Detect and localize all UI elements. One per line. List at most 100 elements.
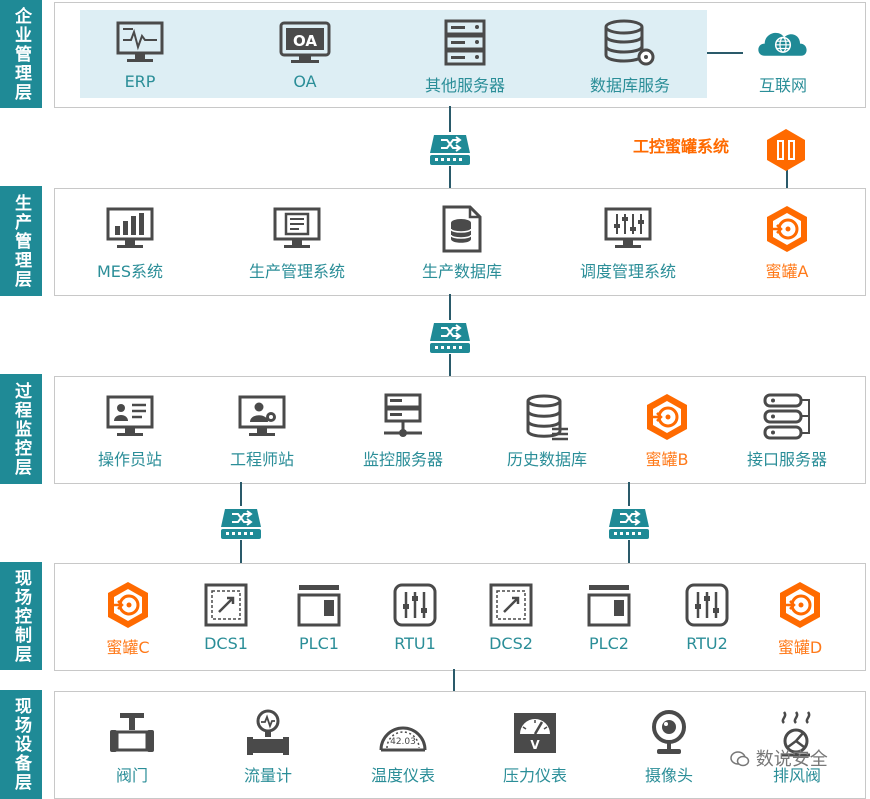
link-enterprise-switch: [449, 106, 451, 132]
node-honeypot-a-label: 蜜罐A: [765, 262, 809, 281]
engineer-monitor-icon: [238, 395, 286, 436]
honeypot-icon: [647, 394, 687, 440]
node-flowmeter-label: 流量计: [243, 766, 292, 785]
node-production-database-label: 生产数据库: [421, 262, 502, 281]
node-dispatch-management-label: 调度管理系统: [579, 262, 676, 281]
node-mes: MES系统: [70, 204, 190, 282]
node-history-database-label: 历史数据库: [506, 450, 587, 469]
node-honeypot-b-label: 蜜罐B: [645, 450, 689, 469]
switch-icon-production: [430, 323, 470, 353]
layer-tab-process: 过程监控层: [0, 374, 42, 484]
server-rack-icon: [444, 19, 486, 66]
pressure-meter-icon: V: [514, 713, 556, 753]
node-honeypot-a: 蜜罐A: [727, 204, 847, 282]
honeypot-icon: [780, 582, 820, 628]
node-pressure-meter-label: 压力仪表: [502, 766, 567, 785]
honeypot-icon: [108, 582, 148, 628]
link-switch-right-control: [628, 540, 630, 563]
node-internet-label: 互联网: [758, 76, 807, 95]
node-oa-label: OA: [293, 72, 317, 91]
node-monitoring-server-label: 监控服务器: [362, 450, 443, 469]
pressure-meter-letter: V: [530, 738, 540, 752]
oa-box-icon: OA: [279, 21, 331, 63]
history-database-icon: [526, 394, 568, 441]
wechat-icon: [730, 751, 750, 767]
node-operator-station-label: 操作员站: [97, 450, 162, 469]
link-production-switch: [449, 294, 451, 320]
node-database-service: 数据库服务: [570, 18, 690, 96]
node-mes-label: MES系统: [96, 262, 164, 281]
node-honeypot-d: 蜜罐D: [740, 580, 860, 658]
layer-tab-field-control: 现场控制层: [0, 562, 42, 670]
link-switch-left-control: [240, 540, 242, 563]
node-temperature-gauge: 42.03 温度仪表: [343, 708, 463, 786]
node-interface-server-label: 接口服务器: [746, 450, 827, 469]
link-switch-production: [449, 166, 451, 188]
link-process-switch-left: [240, 482, 242, 506]
link-honeypot-production: [786, 170, 788, 188]
id-card-monitor-icon: [106, 395, 154, 436]
flowmeter-icon: [247, 709, 289, 755]
switch-icon-process-right: [609, 509, 649, 539]
node-operator-station: 操作员站: [70, 392, 190, 470]
node-production-management: 生产管理系统: [237, 204, 357, 282]
link-process-switch-right: [628, 482, 630, 506]
gauge-icon: 42.03: [379, 726, 427, 752]
link-control-devices: [453, 669, 455, 691]
layer-tab-enterprise: 企业管理层: [0, 0, 42, 108]
plc-icon: [297, 585, 341, 627]
node-dispatch-management: 调度管理系统: [568, 204, 688, 282]
sliders-monitor-icon: [604, 207, 652, 248]
dcs-icon: [489, 583, 533, 627]
bar-chart-monitor-icon: [106, 207, 154, 248]
rtu-icon: [685, 583, 729, 627]
node-temperature-gauge-label: 温度仪表: [370, 766, 435, 785]
watermark: 数说安全: [730, 745, 828, 771]
watermark-text: 数说安全: [755, 749, 828, 770]
node-internet: 互联网: [723, 18, 843, 96]
node-other-servers-label: 其他服务器: [424, 76, 505, 95]
rtu-icon: [393, 583, 437, 627]
node-erp-label: ERP: [124, 72, 156, 91]
node-engineer-station: 工程师站: [202, 392, 322, 470]
switch-icon-process-left: [221, 509, 261, 539]
honeypot-box-icon: [767, 129, 805, 171]
node-camera-label: 摄像头: [644, 766, 693, 785]
node-pressure-meter: V 压力仪表: [475, 708, 595, 786]
node-valve: 阀门: [72, 708, 192, 786]
interface-server-icon: [763, 393, 810, 440]
node-erp: ERP: [80, 18, 200, 91]
gauge-value: 42.03: [390, 737, 416, 747]
node-interface-server: 接口服务器: [727, 392, 847, 470]
erp-monitor-icon: [116, 21, 164, 62]
globe-cloud-icon: [758, 32, 807, 56]
node-camera: 摄像头: [609, 708, 729, 786]
switch-icon-enterprise: [430, 135, 470, 165]
honeypot-icon: [767, 206, 807, 252]
layer-tab-field-devices: 现场设备层: [0, 690, 42, 799]
webcam-icon: [652, 710, 686, 754]
node-valve-label: 阀门: [115, 766, 148, 785]
layer-tab-production: 生产管理层: [0, 186, 42, 296]
link-switch-process: [449, 354, 451, 376]
node-flowmeter: 流量计: [208, 708, 328, 786]
network-server-icon: [384, 393, 422, 437]
node-production-management-label: 生产管理系统: [248, 262, 345, 281]
node-honeypot-b: 蜜罐B: [607, 392, 727, 470]
node-monitoring-server: 监控服务器: [343, 392, 463, 470]
database-document-icon: [442, 205, 482, 253]
dcs-icon: [204, 583, 248, 627]
plc-icon: [587, 585, 631, 627]
node-honeypot-d-label: 蜜罐D: [777, 638, 823, 657]
svg-text:OA: OA: [293, 32, 317, 50]
valve-icon: [110, 713, 154, 752]
node-history-database: 历史数据库: [487, 392, 607, 470]
node-production-database: 生产数据库: [402, 204, 522, 282]
node-oa: OA OA: [245, 18, 365, 91]
node-engineer-station-label: 工程师站: [229, 450, 294, 469]
database-gear-icon: [604, 19, 655, 66]
honeypot-system-label: 工控蜜罐系统: [633, 137, 730, 156]
node-other-servers: 其他服务器: [405, 18, 525, 96]
document-monitor-icon: [273, 207, 321, 248]
node-database-service-label: 数据库服务: [589, 76, 670, 95]
